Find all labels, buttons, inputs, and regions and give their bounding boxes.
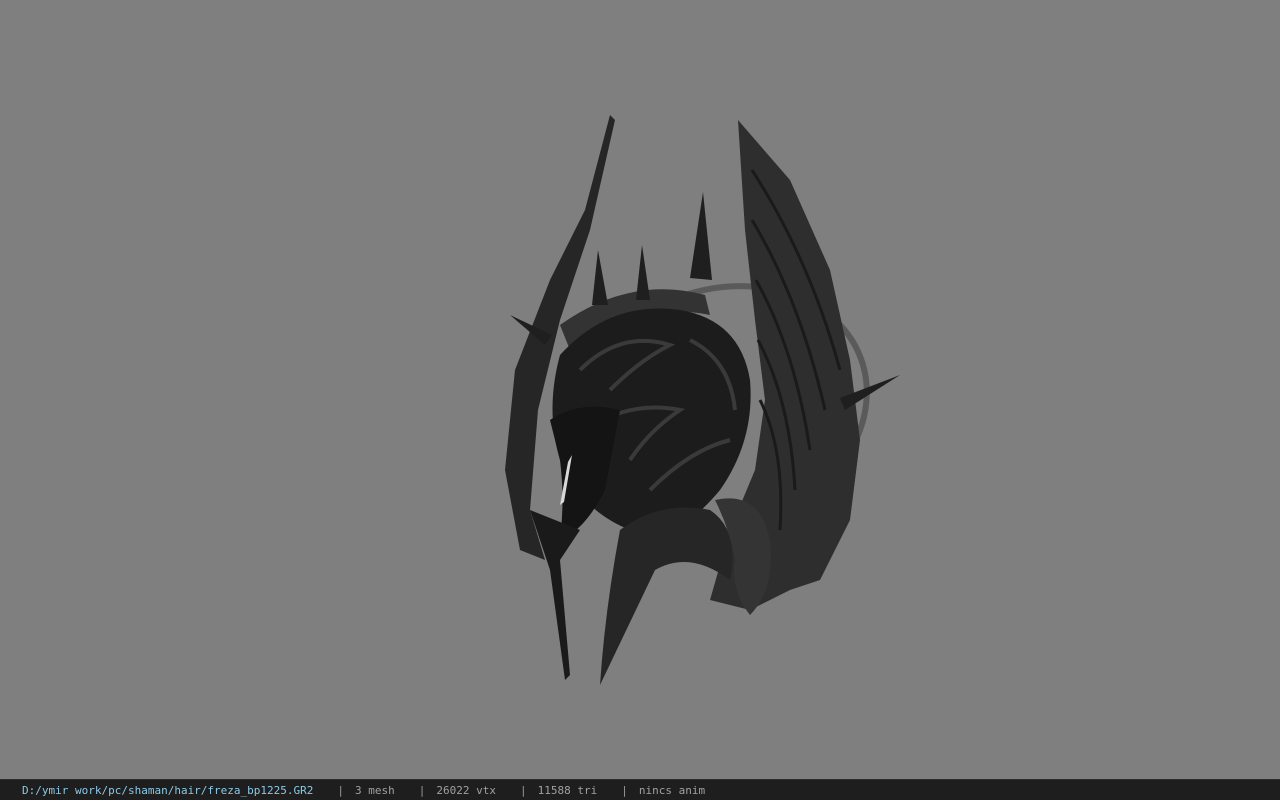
status-separator: | (418, 783, 426, 797)
animation-status: nincs anim (638, 783, 706, 797)
mesh-count: 3 mesh (355, 783, 395, 797)
file-path: D:/ymir work/pc/shaman/hair/freza_bp1225… (22, 783, 314, 797)
status-separator: | (621, 783, 628, 797)
status-bar: D:/ymir work/pc/shaman/hair/freza_bp1225… (0, 779, 1280, 800)
status-separator: | (520, 783, 527, 797)
helmet-model[interactable] (490, 110, 910, 690)
model-viewport[interactable] (0, 0, 1280, 779)
vertex-count: 26022 vtx (436, 783, 497, 797)
status-separator: | (337, 783, 345, 797)
triangle-count: 11588 tri (537, 783, 598, 797)
